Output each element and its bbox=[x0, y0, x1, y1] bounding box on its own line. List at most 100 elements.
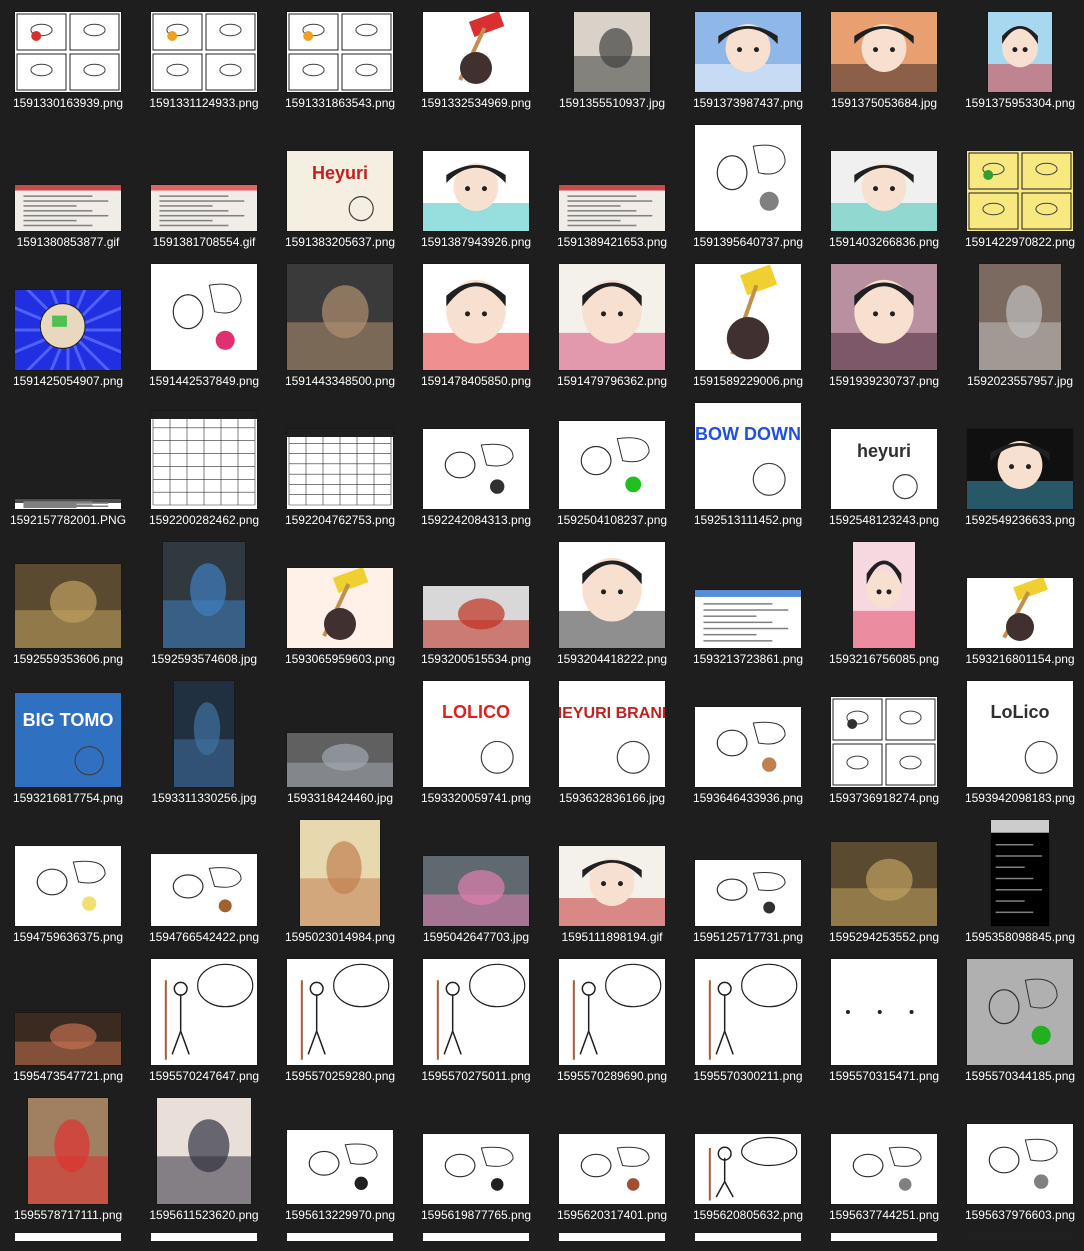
file-thumbnail[interactable] bbox=[287, 568, 393, 648]
file-item[interactable]: 1591478405850.png bbox=[408, 264, 544, 417]
file-thumbnail[interactable] bbox=[151, 185, 257, 231]
file-thumbnail[interactable] bbox=[151, 411, 257, 509]
file-item[interactable]: 1592504108237.png bbox=[544, 417, 680, 556]
file-thumbnail[interactable] bbox=[287, 1130, 393, 1204]
file-item[interactable]: 1595619877765.png bbox=[408, 1112, 544, 1251]
file-item[interactable]: BIG TOMO 1593216817754.png bbox=[0, 693, 136, 834]
file-thumbnail[interactable] bbox=[151, 854, 257, 926]
file-item[interactable]: 1595620805632.png bbox=[680, 1112, 816, 1251]
file-item[interactable]: 1591403266836.png bbox=[816, 139, 952, 278]
file-item[interactable]: 1591375953304.png bbox=[952, 0, 1084, 139]
file-item[interactable]: 1591589229006.png bbox=[680, 264, 816, 417]
file-thumbnail[interactable] bbox=[163, 542, 245, 648]
file-item[interactable]: Heyuri 1591383205637.png bbox=[272, 139, 408, 278]
file-thumbnail[interactable] bbox=[979, 264, 1061, 370]
file-item[interactable]: 1591330163939.png bbox=[0, 0, 136, 139]
file-item[interactable]: 1595125717731.png bbox=[680, 834, 816, 973]
file-item[interactable]: 1592023557957.jpg bbox=[952, 264, 1084, 417]
file-thumbnail[interactable] bbox=[151, 12, 257, 92]
file-thumbnail[interactable]: LOLICO bbox=[423, 681, 529, 787]
file-item[interactable]: 1591375053684.jpg bbox=[816, 0, 952, 139]
partial-thumbnail[interactable] bbox=[559, 1233, 665, 1241]
file-thumbnail[interactable] bbox=[559, 185, 665, 231]
file-item[interactable]: 1592549236633.png bbox=[952, 417, 1084, 556]
file-item[interactable]: BOW DOWN 1592513111452.png bbox=[680, 403, 816, 556]
file-thumbnail[interactable] bbox=[695, 707, 801, 787]
file-item[interactable]: 1593646433936.png bbox=[680, 695, 816, 834]
file-item[interactable]: 1595570289690.png bbox=[544, 959, 680, 1112]
file-thumbnail[interactable] bbox=[287, 12, 393, 92]
file-thumbnail[interactable] bbox=[559, 959, 665, 1065]
file-item[interactable]: 1593736918274.png bbox=[816, 695, 952, 834]
file-thumbnail[interactable] bbox=[287, 959, 393, 1065]
partial-thumbnail[interactable] bbox=[423, 1233, 529, 1241]
file-item[interactable]: 1595570300211.png bbox=[680, 959, 816, 1112]
file-thumbnail[interactable] bbox=[695, 590, 801, 648]
file-thumbnail[interactable] bbox=[831, 151, 937, 231]
partial-thumbnail[interactable] bbox=[15, 1233, 121, 1241]
file-item[interactable]: 1591395640737.png bbox=[680, 125, 816, 278]
file-item[interactable]: 1593065959603.png bbox=[272, 556, 408, 695]
file-thumbnail[interactable]: LoLico bbox=[967, 681, 1073, 787]
file-thumbnail[interactable] bbox=[695, 12, 801, 92]
file-item[interactable]: 1592200282462.png bbox=[136, 411, 272, 556]
file-thumbnail[interactable] bbox=[423, 856, 529, 926]
file-item[interactable]: 1591331124933.png bbox=[136, 0, 272, 139]
file-thumbnail[interactable]: Heyuri bbox=[287, 151, 393, 231]
file-item[interactable]: 1591442537849.png bbox=[136, 264, 272, 417]
file-thumbnail[interactable] bbox=[287, 264, 393, 370]
file-thumbnail[interactable] bbox=[988, 12, 1052, 92]
file-thumbnail[interactable] bbox=[831, 12, 937, 92]
file-item[interactable]: 1591355510937.jpg bbox=[544, 0, 680, 139]
file-item[interactable]: 1595570275011.png bbox=[408, 959, 544, 1112]
partial-thumbnail[interactable] bbox=[831, 1233, 937, 1241]
file-thumbnail[interactable] bbox=[695, 1134, 801, 1204]
file-thumbnail[interactable] bbox=[831, 264, 937, 370]
file-thumbnail[interactable] bbox=[151, 264, 257, 370]
file-item[interactable]: 1595294253552.png bbox=[816, 834, 952, 973]
file-thumbnail[interactable] bbox=[15, 290, 121, 370]
file-item[interactable]: 1595111898194.gif bbox=[544, 834, 680, 973]
file-thumbnail[interactable] bbox=[174, 681, 234, 787]
file-thumbnail[interactable] bbox=[831, 842, 937, 926]
file-thumbnail[interactable] bbox=[15, 12, 121, 92]
file-thumbnail[interactable] bbox=[967, 151, 1073, 231]
file-thumbnail[interactable] bbox=[423, 151, 529, 231]
file-thumbnail[interactable] bbox=[831, 959, 937, 1065]
file-item[interactable]: 1593216756085.png bbox=[816, 542, 952, 695]
file-item[interactable]: HEYURI BRAND 1593632836166.jpg bbox=[544, 681, 680, 834]
file-thumbnail[interactable] bbox=[423, 959, 529, 1065]
file-item[interactable]: 1595023014984.png bbox=[272, 820, 408, 973]
file-thumbnail[interactable] bbox=[695, 264, 801, 370]
file-item[interactable]: 1595570259280.png bbox=[272, 959, 408, 1112]
file-item[interactable]: 1595620317401.png bbox=[544, 1112, 680, 1251]
file-thumbnail[interactable] bbox=[423, 586, 529, 648]
file-item[interactable]: 1594766542422.png bbox=[136, 834, 272, 973]
file-item[interactable]: 1591422970822.png bbox=[952, 139, 1084, 278]
file-thumbnail[interactable]: BOW DOWN bbox=[695, 403, 801, 509]
file-thumbnail[interactable] bbox=[28, 1098, 108, 1204]
file-thumbnail[interactable] bbox=[559, 1134, 665, 1204]
file-item[interactable]: 1595570247647.png bbox=[136, 959, 272, 1112]
file-thumbnail[interactable]: HEYURI BRAND bbox=[559, 681, 665, 787]
file-item[interactable]: 1591479796362.png bbox=[544, 264, 680, 417]
partial-thumbnail[interactable] bbox=[695, 1233, 801, 1241]
file-item[interactable]: 1595358098845.png bbox=[952, 820, 1084, 973]
file-thumbnail[interactable] bbox=[559, 264, 665, 370]
file-item[interactable]: 1591387943926.png bbox=[408, 139, 544, 278]
file-item[interactable]: 1593318424460.jpg bbox=[272, 695, 408, 834]
file-item[interactable]: 1591373987437.png bbox=[680, 0, 816, 139]
file-item[interactable]: 1595473547721.png bbox=[0, 973, 136, 1112]
file-item[interactable]: 1595042647703.jpg bbox=[408, 834, 544, 973]
file-item[interactable]: 1593204418222.png bbox=[544, 542, 680, 695]
file-thumbnail[interactable] bbox=[15, 499, 121, 509]
file-item[interactable]: 1592157782001.PNG bbox=[0, 417, 136, 556]
file-thumbnail[interactable] bbox=[423, 429, 529, 509]
file-thumbnail[interactable] bbox=[967, 959, 1073, 1065]
file-thumbnail[interactable] bbox=[967, 429, 1073, 509]
file-item[interactable]: 1593311330256.jpg bbox=[136, 681, 272, 834]
file-thumbnail[interactable] bbox=[157, 1098, 251, 1204]
file-item[interactable]: 1592242084313.png bbox=[408, 417, 544, 556]
file-thumbnail[interactable] bbox=[559, 421, 665, 509]
partial-thumbnail[interactable] bbox=[151, 1233, 257, 1241]
